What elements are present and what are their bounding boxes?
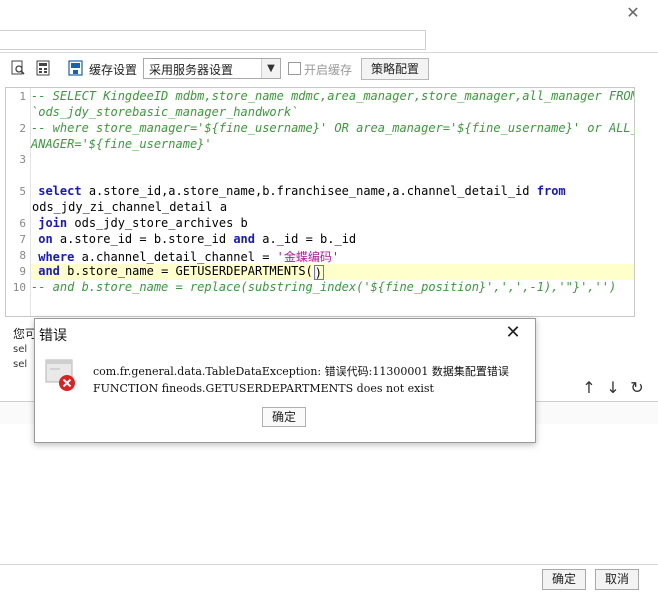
line-number: 5: [19, 185, 26, 198]
error-dialog: 错误 ✕ com.fr.general.data.TableDataExcept…: [34, 318, 536, 443]
sql-keyword: and: [38, 264, 60, 278]
code-line: join ods_jdy_store_archives b: [31, 216, 248, 230]
code-text: b.store_name = GETUSERDEPARTMENTS(: [59, 264, 313, 278]
line-number-gutter: 1 2 3 5 6 7 8 9 10: [6, 88, 31, 316]
sql-icon[interactable]: [35, 60, 51, 76]
close-icon[interactable]: ✕: [503, 323, 523, 343]
code-text: a.channel_detail_channel =: [74, 250, 277, 264]
preview-icon[interactable]: [10, 60, 26, 76]
code-line: `ods_jdy_storebasic_manager_handwork`: [31, 105, 299, 119]
line-number: 2: [19, 122, 26, 135]
code-line: select a.store_id,a.store_name,b.franchi…: [31, 184, 566, 198]
code-text: a._id = b._id: [255, 232, 357, 246]
text-cursor: ): [313, 265, 324, 280]
code-text: ods_jdy_store_archives b: [67, 216, 248, 230]
code-line: -- where store_manager='${fine_username}…: [31, 121, 635, 135]
sql-string: '金蝶编码': [276, 250, 340, 264]
code-line: ANAGER='${fine_username}': [31, 137, 212, 151]
sql-keyword: from: [536, 184, 566, 198]
cache-mode-value: 采用服务器设置: [149, 63, 234, 77]
code-text: a.store_id,a.store_name,b.franchisee_nam…: [81, 184, 537, 198]
code-line: ods_jdy_zi_channel_detail a: [32, 200, 228, 214]
code-line: -- and b.store_name = replace(substring_…: [31, 280, 617, 294]
panel-divider: [0, 52, 658, 53]
line-number: 3: [19, 153, 26, 166]
code-line: -- SELECT KingdeeID mdbm,store_name mdmc…: [31, 89, 635, 103]
hint-row: sel: [13, 344, 28, 355]
line-number: 1: [19, 90, 26, 103]
line-number: 6: [19, 217, 26, 230]
footer-divider: [0, 564, 658, 565]
sql-keyword: select: [38, 184, 82, 198]
error-icon: [45, 359, 75, 391]
sql-keyword: where: [38, 250, 75, 264]
hint-row: sel: [13, 359, 28, 370]
code-line: on a.store_id = b.store_id and a._id = b…: [31, 232, 356, 246]
cache-mode-select[interactable]: 采用服务器设置 ▼: [143, 58, 281, 79]
cache-settings-label[interactable]: 缓存设置: [89, 61, 137, 78]
enable-cache-label: 开启缓存: [304, 63, 353, 77]
line-number: 8: [19, 249, 26, 262]
strategy-config-button[interactable]: 策略配置: [361, 58, 429, 80]
sql-keyword: and: [233, 232, 255, 246]
line-number: 7: [19, 233, 26, 246]
dataset-name-input[interactable]: [0, 30, 426, 50]
code-line: and b.store_name = GETUSERDEPARTMENTS(): [31, 264, 324, 280]
refresh-icon[interactable]: ↻: [629, 380, 645, 396]
error-detail: FUNCTION fineods.GETUSERDEPARTMENTS does…: [93, 382, 434, 395]
code-text: a.store_id = b.store_id: [52, 232, 234, 246]
cancel-button[interactable]: 取消: [595, 569, 639, 590]
cache-settings-icon[interactable]: [68, 60, 84, 76]
sql-editor[interactable]: 1 2 3 5 6 7 8 9 10 -- SELECT KingdeeID m…: [5, 87, 635, 317]
enable-cache-checkbox[interactable]: [288, 62, 301, 75]
code-line: where a.channel_detail_channel = '金蝶编码': [31, 248, 339, 265]
arrow-down-icon[interactable]: ↓: [605, 380, 621, 396]
sql-keyword: on: [38, 232, 53, 246]
ok-button[interactable]: 确定: [542, 569, 586, 590]
line-number: 10: [12, 281, 26, 294]
line-number: 9: [19, 265, 26, 278]
chevron-down-icon[interactable]: ▼: [261, 59, 280, 78]
window-close-icon[interactable]: ✕: [624, 4, 642, 22]
arrow-up-icon[interactable]: ↑: [581, 380, 597, 396]
preview-area: [0, 424, 658, 564]
sql-keyword: join: [38, 216, 68, 230]
dialog-title: 错误: [39, 328, 67, 344]
error-message: com.fr.general.data.TableDataException: …: [93, 365, 509, 378]
dialog-ok-button[interactable]: 确定: [262, 407, 306, 427]
